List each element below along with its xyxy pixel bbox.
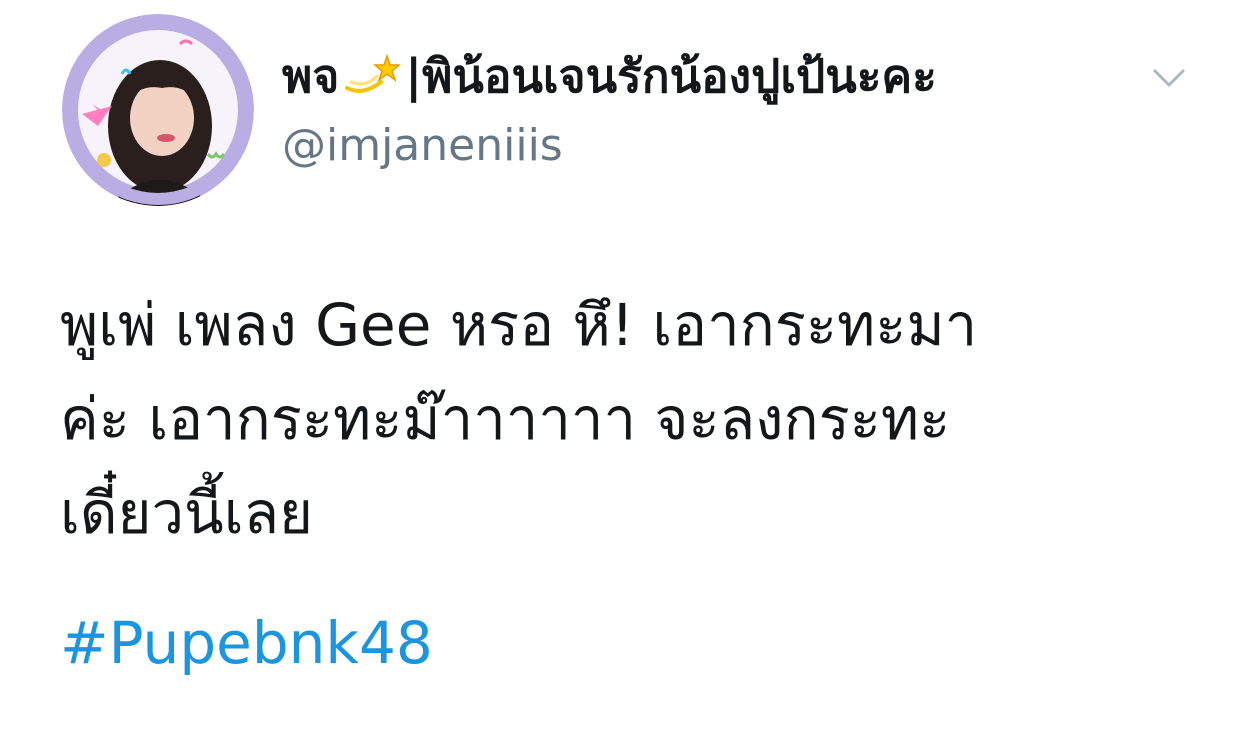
display-name-prefix: พจ	[282, 49, 340, 103]
display-name-suffix: |พิน้อนเจนรักน้องปูเป้นะคะ	[405, 49, 937, 103]
tweet-text-line: เดี๋ยวนี้เลย	[60, 479, 314, 547]
tweet-text-line: พูเพ่ เพลง Gee หรอ หึ! เอากระทะมา	[60, 291, 978, 359]
user-handle[interactable]: @imjaneniiis	[282, 116, 563, 176]
tweet-text: พูเพ่ เพลง Gee หรอ หึ! เอากระทะมา ค่ะ เอ…	[60, 278, 1210, 560]
tweet-card: พจ |พิน้อนเจนรักน้องปูเป้นะคะ @imjanenii…	[0, 0, 1242, 734]
avatar-image	[62, 14, 254, 206]
chevron-down-icon[interactable]	[1150, 60, 1188, 94]
tweet-text-line: ค่ะ เอากระทะม๊าาาาาา จะลงกระทะ	[60, 385, 951, 453]
display-name[interactable]: พจ |พิน้อนเจนรักน้องปูเป้นะคะ	[282, 40, 937, 116]
dizzy-star-icon	[343, 44, 402, 116]
avatar[interactable]	[62, 14, 254, 206]
hashtag-link[interactable]: #Pupebnk48	[60, 596, 433, 690]
